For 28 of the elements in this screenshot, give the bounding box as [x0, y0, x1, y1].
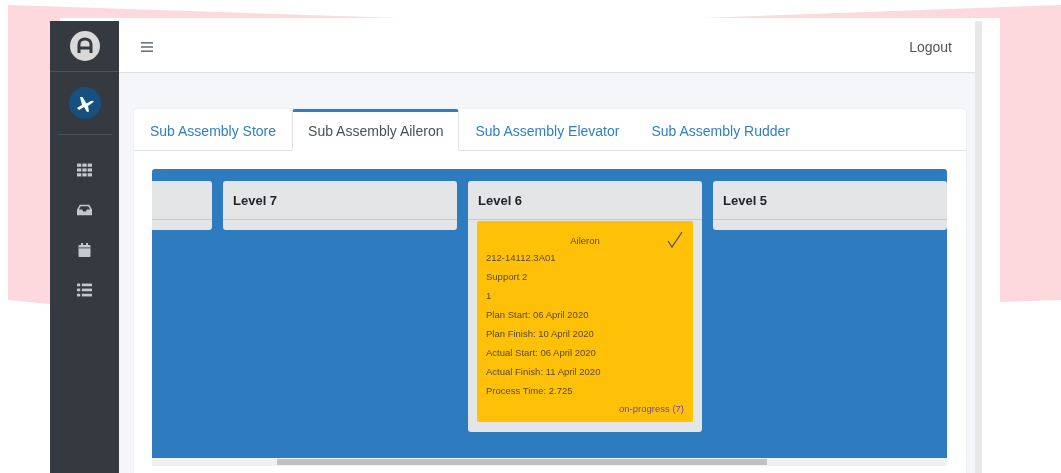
tab[interactable]: Sub Assembly Aileron [292, 109, 460, 151]
column-title: Level 7 [233, 192, 278, 208]
list-icon[interactable] [77, 283, 92, 297]
card-detail: Actual Finish: 11 April 2020 [486, 365, 602, 379]
column-title: Level 6 [478, 192, 523, 208]
tab[interactable]: Sub Assembly Store [134, 109, 293, 151]
card-detail: 212-14112.3A01 [486, 251, 557, 265]
task-card[interactable]: Aileron 212-14112.3A01 Support 2 1 Plan Start: 06 April 2020 Plan Finish: 10 April 2020 Actual Start: 06 April 2020 Actual Finish: 11 April 2020 Process Time: 2.725 on-progress (7) [477, 221, 693, 422]
card-detail: 1 [486, 289, 493, 303]
card-detail: Plan Start: 06 April 2020 [486, 308, 590, 322]
column-title: Level 5 [723, 192, 768, 208]
grid-icon[interactable] [77, 163, 92, 177]
status-text: on-progress (7) [619, 403, 684, 414]
vertical-scrollbar[interactable] [975, 21, 982, 473]
logout-link[interactable]: Logout [909, 38, 952, 55]
card-detail: Process Time: 2.725 [486, 384, 574, 398]
calendar-icon[interactable] [77, 243, 92, 257]
menu-icon[interactable] [141, 41, 153, 52]
horizontal-scrollbar[interactable] [152, 458, 947, 466]
logo-icon[interactable] [69, 31, 100, 61]
card-title: Aileron [570, 235, 600, 248]
tab[interactable]: Sub Assembly Elevator [459, 109, 636, 151]
card-detail: Actual Start: 06 April 2020 [486, 346, 597, 360]
card-detail: Support 2 [486, 270, 529, 284]
airplane-icon[interactable] [68, 87, 101, 119]
inbox-icon[interactable] [77, 203, 92, 217]
tab[interactable]: Sub Assembly Rudder [635, 109, 806, 151]
card-detail: Plan Finish: 10 April 2020 [486, 327, 595, 341]
